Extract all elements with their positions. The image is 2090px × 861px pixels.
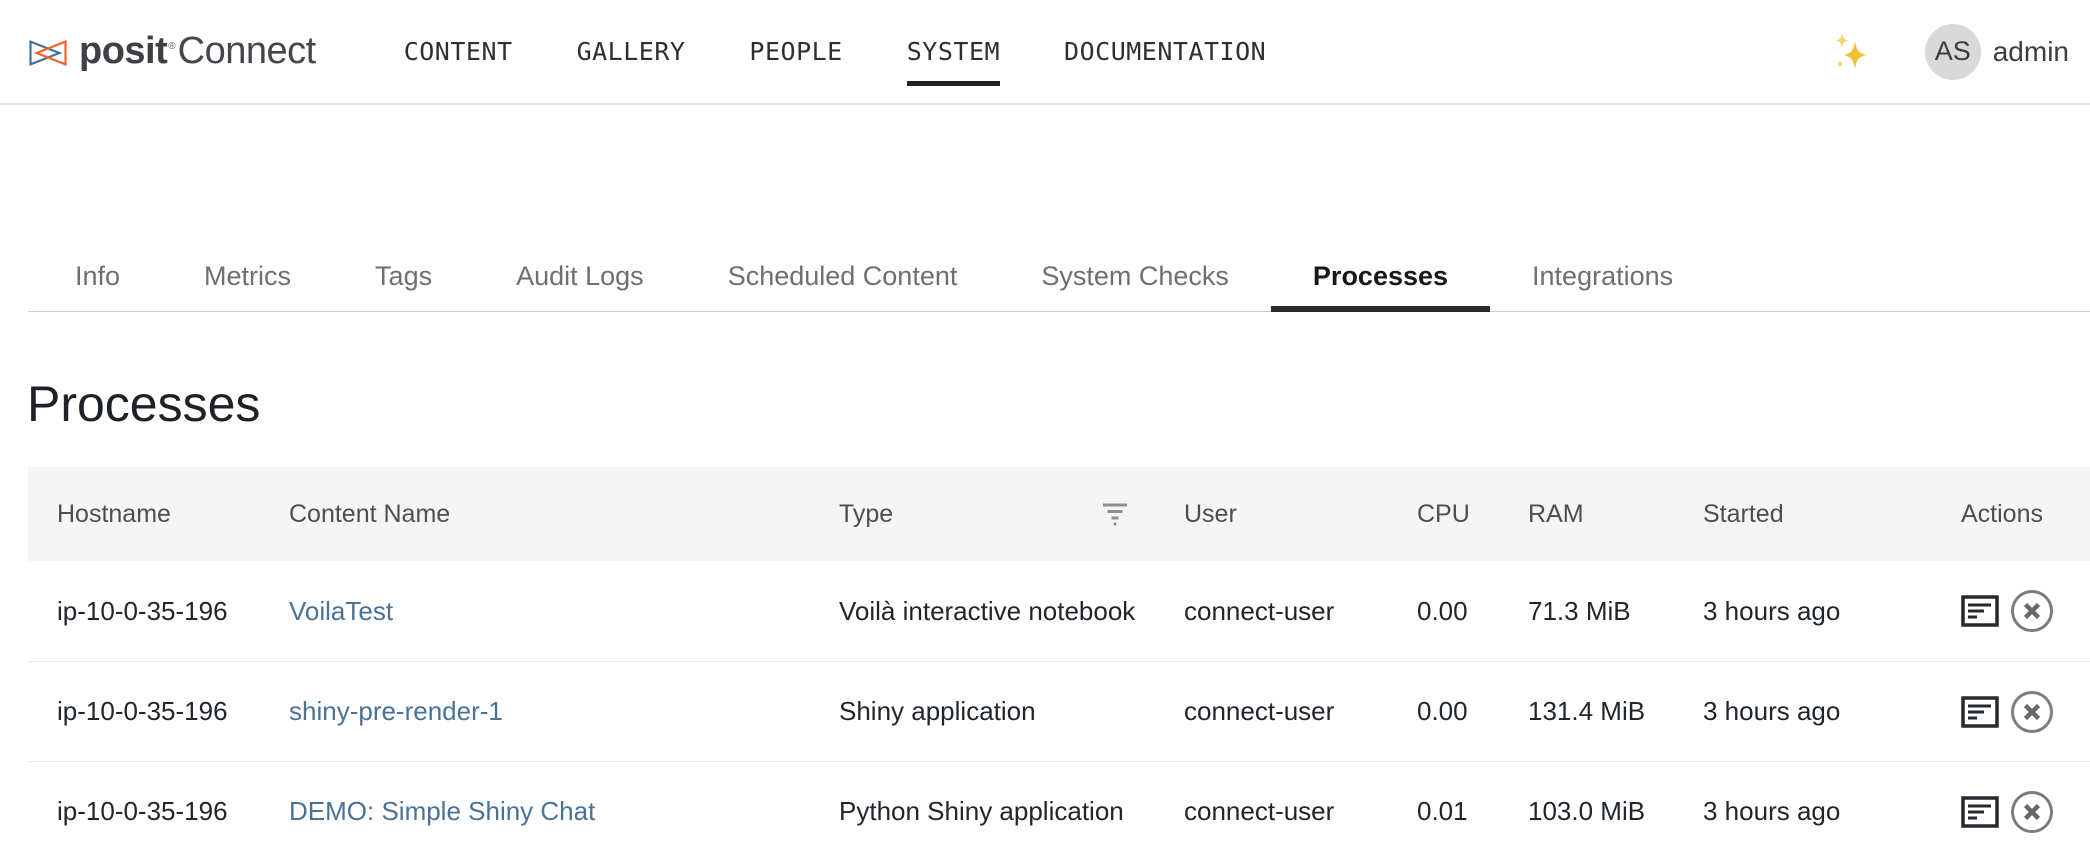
column-label-started: Started — [1703, 499, 1784, 528]
avatar[interactable]: AS — [1924, 23, 1981, 80]
registered-mark: ® — [168, 41, 176, 53]
cell-cpu: 0.00 — [1417, 696, 1468, 726]
cell-started: 3 hours ago — [1703, 796, 1841, 826]
kill-process-button[interactable] — [2009, 588, 2055, 634]
sparkles-icon[interactable] — [1833, 32, 1869, 72]
logo-wordmark: posit®Connect — [79, 30, 316, 73]
logo-suffix: Connect — [177, 30, 317, 72]
system-tab-bar: Info Metrics Tags Audit Logs Scheduled Conte… — [28, 241, 2090, 312]
nav-item-content[interactable]: CONTENT — [404, 39, 513, 64]
process-log-button[interactable] — [1961, 695, 1999, 728]
tab-processes[interactable]: Processes — [1270, 241, 1491, 312]
process-table: Hostname Content Name Type User CPU RAM Start… — [28, 467, 2090, 861]
tab-audit-logs[interactable]: Audit Logs — [474, 241, 686, 311]
nav-item-gallery[interactable]: GALLERY — [577, 39, 686, 64]
nav-item-documentation[interactable]: DOCUMENTATION — [1064, 39, 1266, 64]
content-name-link[interactable]: VoilaTest — [289, 596, 393, 626]
table-row: ip-10-0-35-196 DEMO: Simple Shiny Chat P… — [28, 761, 2090, 861]
cell-actions — [1961, 689, 2090, 735]
cell-ram: 71.3 MiB — [1528, 595, 1631, 626]
tab-system-checks[interactable]: System Checks — [999, 241, 1271, 311]
top-right-controls: AS admin — [1833, 23, 2069, 80]
cell-user: connect-user — [1184, 595, 1335, 626]
process-log-icon — [1961, 795, 1999, 828]
kill-process-icon — [2011, 590, 2053, 632]
table-row: ip-10-0-35-196 shiny-pre-render-1 Shiny … — [28, 661, 2090, 761]
column-label-hostname: Hostname — [57, 499, 171, 528]
cell-content-name: DEMO: Simple Shiny Chat — [289, 796, 839, 827]
cell-hostname: ip-10-0-35-196 — [57, 796, 228, 826]
column-label-ram: RAM — [1528, 499, 1584, 528]
tab-scheduled-content[interactable]: Scheduled Content — [686, 241, 1000, 311]
page-title: Processes — [27, 376, 261, 432]
cell-ram: 103.0 MiB — [1528, 796, 1646, 826]
nav-item-people[interactable]: PEOPLE — [749, 39, 842, 64]
process-log-icon — [1961, 595, 1999, 627]
tab-info[interactable]: Info — [33, 241, 162, 311]
content-name-link[interactable]: shiny-pre-render-1 — [289, 696, 503, 726]
cell-cpu: 0.00 — [1417, 595, 1468, 626]
tab-metrics[interactable]: Metrics — [162, 241, 333, 311]
top-bar: posit®Connect CONTENT GALLERY PEOPLE SYSTEM… — [0, 0, 2090, 105]
column-header-started: Started — [1703, 500, 1961, 529]
posit-logo-icon — [29, 39, 67, 66]
column-header-cpu: CPU — [1417, 500, 1528, 529]
column-label-user: User — [1184, 499, 1237, 528]
column-label-cpu: CPU — [1417, 499, 1470, 528]
cell-started: 3 hours ago — [1703, 696, 1841, 726]
cell-content-name: shiny-pre-render-1 — [289, 696, 839, 727]
cell-ram: 131.4 MiB — [1528, 696, 1646, 726]
cell-started: 3 hours ago — [1703, 595, 1841, 626]
cell-user: connect-user — [1184, 796, 1335, 826]
cell-actions — [1961, 588, 2090, 634]
column-header-ram: RAM — [1528, 500, 1703, 529]
cell-hostname: ip-10-0-35-196 — [57, 696, 228, 726]
column-header-hostname: Hostname — [57, 500, 289, 529]
tab-tags[interactable]: Tags — [333, 241, 474, 311]
column-label-actions: Actions — [1961, 499, 2043, 528]
cell-type: Voilà interactive notebook — [839, 595, 1136, 626]
tab-list: Info Metrics Tags Audit Logs Scheduled Conte… — [28, 241, 2090, 312]
posit-connect-logo[interactable]: posit®Connect — [27, 29, 316, 75]
column-header-actions: Actions — [1961, 500, 2090, 529]
cell-hostname: ip-10-0-35-196 — [57, 595, 228, 626]
column-label-type: Type — [839, 499, 894, 528]
filter-icon[interactable] — [1100, 501, 1130, 527]
kill-process-button[interactable] — [2009, 789, 2055, 835]
table-header: Hostname Content Name Type User CPU RAM Start… — [28, 467, 2090, 561]
kill-process-icon — [2011, 790, 2053, 833]
tab-integrations[interactable]: Integrations — [1490, 241, 1715, 311]
column-header-content-name: Content Name — [289, 500, 839, 529]
username[interactable]: admin — [1993, 36, 2069, 68]
cell-user: connect-user — [1184, 696, 1335, 726]
table-row: ip-10-0-35-196 VoilaTest Voilà interacti… — [28, 561, 2090, 661]
cell-actions — [1961, 789, 2090, 835]
logo-product-name: posit — [79, 30, 168, 72]
main-nav: CONTENT GALLERY PEOPLE SYSTEM DOCUMENTATION — [404, 39, 1267, 86]
cell-type: Shiny application — [839, 696, 1036, 726]
column-label-content-name: Content Name — [289, 499, 451, 528]
process-log-button[interactable] — [1961, 595, 1999, 627]
column-header-user: User — [1184, 500, 1417, 529]
process-log-icon — [1961, 695, 1999, 728]
cell-content-name: VoilaTest — [289, 596, 839, 627]
column-header-type: Type — [839, 500, 1184, 529]
avatar-initials: AS — [1934, 36, 1971, 66]
cell-type: Python Shiny application — [839, 796, 1124, 826]
cell-cpu: 0.01 — [1417, 796, 1468, 826]
content-name-link[interactable]: DEMO: Simple Shiny Chat — [289, 796, 595, 826]
process-log-button[interactable] — [1961, 795, 1999, 828]
nav-item-system[interactable]: SYSTEM — [906, 39, 1001, 86]
table-body: ip-10-0-35-196 VoilaTest Voilà interacti… — [28, 561, 2090, 861]
kill-process-button[interactable] — [2009, 689, 2055, 735]
kill-process-icon — [2011, 690, 2053, 733]
